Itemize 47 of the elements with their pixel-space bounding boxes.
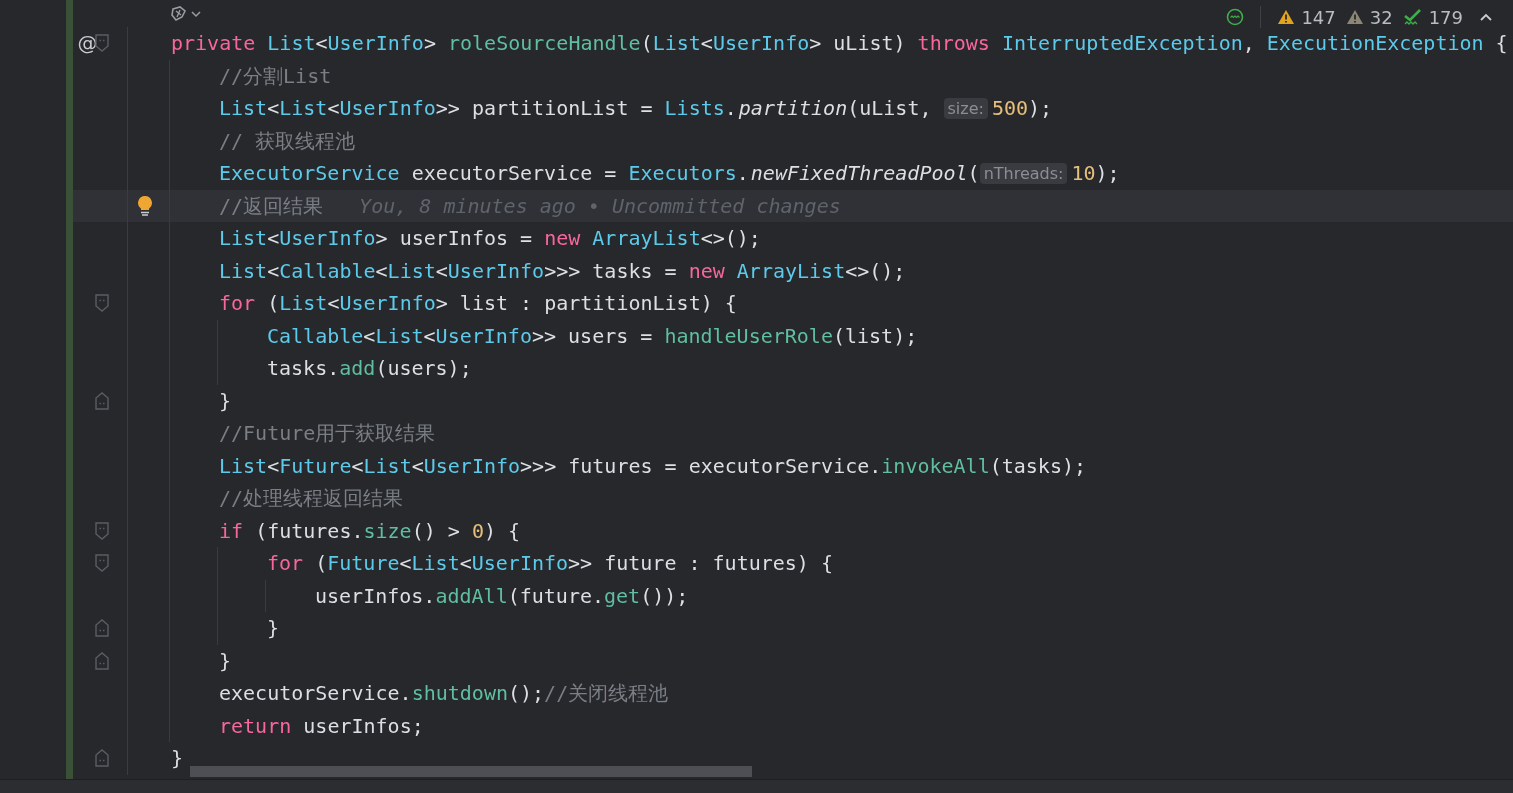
- chevron-up-icon[interactable]: [1479, 12, 1493, 22]
- fold-icon[interactable]: [95, 521, 109, 540]
- inlay-hint: nThreads:: [979, 162, 1068, 184]
- code-text: tasks.add(users);: [267, 356, 472, 381]
- fold-icon[interactable]: [95, 294, 109, 313]
- code-text: List<List<UserInfo>> partitionList = Lists.partition(uList,: [219, 96, 933, 121]
- code-text: userInfos.addAll(future.get());: [315, 583, 689, 608]
- code-text: if (futures.size() > 0) {: [219, 518, 521, 543]
- code-text: List<UserInfo> userInfos = new ArrayList<>();: [219, 226, 761, 251]
- unfold-icon[interactable]: [95, 749, 109, 768]
- code-text: //分割List: [219, 63, 332, 88]
- code-text: //Future用于获取结果: [219, 421, 436, 446]
- horizontal-scrollbar[interactable]: [190, 766, 752, 777]
- code-text: List<Callable<List<UserInfo>>> tasks = new ArrayList<>();: [219, 258, 906, 283]
- code-text: ExecutorService executorService = Executors.newFixedThreadPool(: [219, 161, 980, 186]
- code-text: return userInfos;: [219, 713, 424, 738]
- ai-assistant-icon[interactable]: [171, 5, 203, 22]
- code-text: for (List<UserInfo> list : partitionList) {: [219, 291, 737, 316]
- warning-icon: [1277, 9, 1296, 25]
- code-text: //返回结果: [219, 193, 324, 218]
- status-ok-icon[interactable]: [1226, 8, 1245, 26]
- unfold-icon[interactable]: [95, 619, 109, 638]
- inlay-hint: size:: [943, 97, 988, 119]
- code-text: //处理线程返回结果: [219, 486, 404, 511]
- unfold-icon[interactable]: [95, 391, 109, 410]
- code-text: }: [219, 648, 232, 673]
- problem-count[interactable]: 32: [1369, 6, 1393, 28]
- code-text: }: [219, 388, 232, 413]
- unfold-icon[interactable]: [95, 651, 109, 670]
- problem-count[interactable]: 179: [1428, 6, 1463, 28]
- code-text: List<Future<List<UserInfo>>> futures = executorService.invokeAll(tasks);: [219, 453, 1086, 478]
- weak-warning-icon: [1345, 9, 1364, 25]
- override-marker[interactable]: @: [77, 31, 98, 56]
- code-text: 500);: [991, 96, 1053, 121]
- code-text: for (Future<List<UserInfo>> future : futures) {: [267, 551, 833, 576]
- lightbulb-icon[interactable]: [137, 194, 153, 217]
- code-text: private List<UserInfo> roleSourceHandle(List<UserInfo> uList) throws InterruptedException, ExecutionException {: [171, 31, 1508, 56]
- fold-icon[interactable]: [95, 34, 109, 53]
- code-text: executorService.shutdown();//关闭线程池: [219, 681, 669, 706]
- fold-icon[interactable]: [95, 554, 109, 573]
- code-text: 10);: [1071, 161, 1120, 186]
- problem-count[interactable]: 147: [1301, 6, 1336, 28]
- code-text: }: [171, 746, 184, 771]
- typo-check-icon: [1402, 8, 1423, 26]
- code-text: }: [267, 616, 280, 641]
- code-text: Callable<List<UserInfo>> users = handleUserRole(list);: [267, 323, 918, 348]
- code-text: // 获取线程池: [219, 128, 356, 153]
